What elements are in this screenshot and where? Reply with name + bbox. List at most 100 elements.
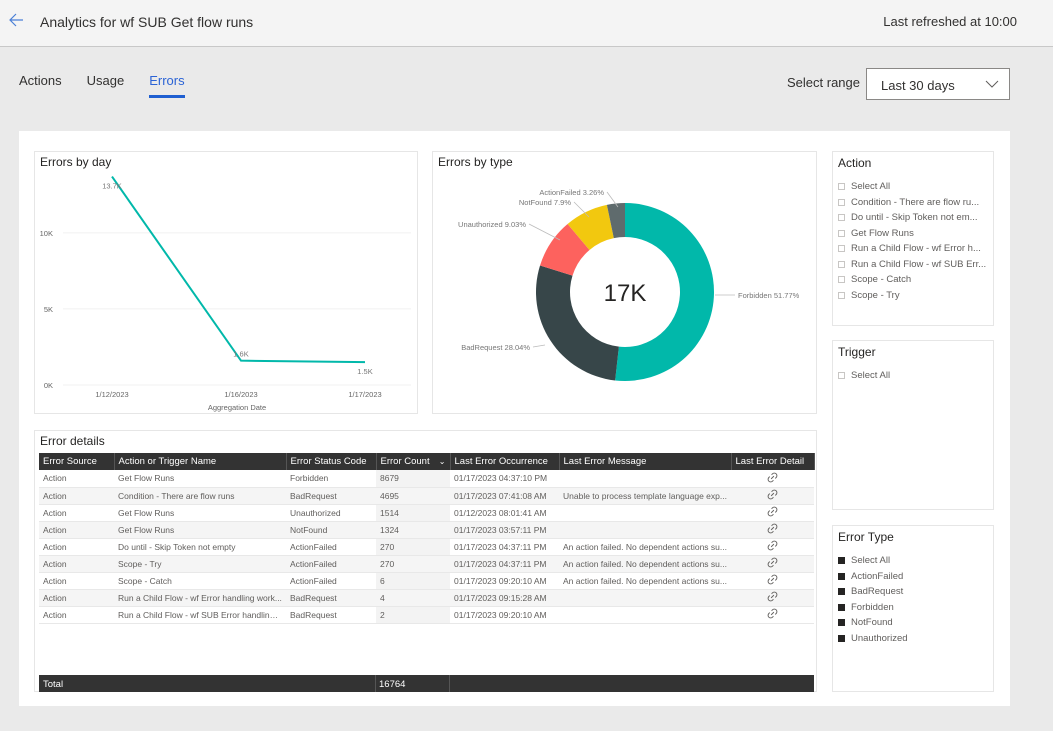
- column-header-last-occurrence[interactable]: Last Error Occurrence: [450, 453, 560, 470]
- column-header-last-message[interactable]: Last Error Message: [559, 453, 732, 470]
- range-selected-value: Last 30 days: [881, 78, 955, 93]
- cell-error-count: 270: [376, 555, 450, 573]
- slicer-item[interactable]: Select All: [838, 553, 908, 569]
- checkbox[interactable]: [838, 276, 845, 284]
- total-separator: [449, 675, 450, 692]
- column-header-error-count[interactable]: Error Count ⌄: [376, 453, 451, 470]
- error-details-card: Error details Error Source Action or Tri…: [34, 430, 817, 692]
- slice-label: BadRequest 28.04%: [461, 343, 530, 352]
- slicer-item[interactable]: NotFound: [838, 615, 908, 631]
- checkbox[interactable]: [838, 214, 845, 222]
- slicer-item[interactable]: Select All: [838, 368, 890, 384]
- slicer-item[interactable]: Scope - Catch: [838, 272, 986, 288]
- slicer-item-label: Select All: [851, 181, 891, 193]
- table-row[interactable]: Action Do until - Skip Token not empty Act…: [39, 538, 814, 556]
- checkbox[interactable]: [838, 291, 845, 299]
- cell-last-message: [559, 504, 731, 522]
- slicer-item[interactable]: Do until - Skip Token not em...: [838, 210, 986, 226]
- cell-last-detail[interactable]: [731, 606, 814, 624]
- table-row[interactable]: Action Condition - There are flow runs Bad…: [39, 487, 814, 505]
- checkbox[interactable]: [838, 619, 845, 627]
- cell-status-code: NotFound: [286, 521, 376, 539]
- table-row[interactable]: Action Scope - Catch ActionFailed 6 01/17/20…: [39, 572, 814, 590]
- column-header-action-name[interactable]: Action or Trigger Name: [114, 453, 287, 470]
- tab-usage[interactable]: Usage: [87, 72, 125, 98]
- back-button[interactable]: [6, 10, 28, 30]
- tab-actions[interactable]: Actions: [19, 72, 62, 98]
- trigger-slicer-title: Trigger: [838, 345, 876, 359]
- cell-error-source: Action: [39, 538, 114, 556]
- cell-last-detail[interactable]: [731, 487, 814, 505]
- trigger-slicer: Trigger Select All: [832, 340, 994, 510]
- cell-last-detail[interactable]: [731, 555, 814, 573]
- checkbox[interactable]: [838, 198, 845, 206]
- slicer-item-label: Do until - Skip Token not em...: [851, 212, 978, 224]
- checkbox[interactable]: [838, 372, 845, 380]
- checkbox[interactable]: [838, 572, 845, 580]
- cell-last-detail[interactable]: [731, 572, 814, 590]
- data-label: 13.7K: [102, 182, 122, 191]
- table-row[interactable]: Action Get Flow Runs NotFound 1324 01/17/202…: [39, 521, 814, 539]
- checkbox[interactable]: [838, 229, 845, 237]
- column-header-status-code[interactable]: Error Status Code: [286, 453, 377, 470]
- checkbox[interactable]: [838, 588, 845, 596]
- cell-error-source: Action: [39, 504, 114, 522]
- slicer-item[interactable]: Select All: [838, 179, 986, 195]
- slicer-item-label: Get Flow Runs: [851, 227, 914, 239]
- cell-error-count: 6: [376, 572, 450, 590]
- cell-last-occurrence: 01/17/2023 09:20:10 AM: [450, 606, 559, 624]
- slicer-item[interactable]: Unauthorized: [838, 631, 908, 647]
- page-title: Analytics for wf SUB Get flow runs: [40, 14, 254, 30]
- slicer-item[interactable]: Run a Child Flow - wf SUB Err...: [838, 257, 986, 273]
- table-row[interactable]: Action Run a Child Flow - wf SUB Error ha…: [39, 606, 814, 624]
- cell-error-source: Action: [39, 606, 114, 624]
- cell-last-detail[interactable]: [731, 521, 814, 539]
- checkbox[interactable]: [838, 634, 845, 642]
- sort-desc-icon: ⌄: [438, 457, 446, 466]
- checkbox[interactable]: [838, 245, 845, 253]
- column-header-error-source[interactable]: Error Source: [39, 453, 115, 470]
- cell-status-code: ActionFailed: [286, 538, 376, 556]
- link-icon: [767, 506, 778, 517]
- checkbox[interactable]: [838, 183, 845, 191]
- leader-line: [532, 344, 546, 348]
- cell-last-message: [559, 470, 731, 488]
- slicer-item-label: Select All: [851, 370, 891, 382]
- slicer-item-label: ActionFailed: [851, 570, 904, 582]
- report-canvas: Errors by day 0K 5K 10K 13.7K 1/12/2023 1.6K 1…: [19, 131, 1010, 706]
- cell-action-name: Do until - Skip Token not empty: [114, 538, 286, 556]
- link-icon: [767, 540, 778, 551]
- cell-last-detail[interactable]: [731, 589, 814, 607]
- slicer-item[interactable]: BadRequest: [838, 584, 908, 600]
- cell-action-name: Scope - Catch: [114, 572, 286, 590]
- slicer-item[interactable]: Forbidden: [838, 600, 908, 616]
- total-separator: [375, 675, 376, 692]
- column-header-last-detail[interactable]: Last Error Detail: [731, 453, 815, 470]
- cell-last-detail[interactable]: [731, 538, 814, 556]
- cell-last-detail[interactable]: [731, 504, 814, 522]
- slicer-item-label: Select All: [851, 555, 891, 567]
- slicer-item[interactable]: Get Flow Runs: [838, 226, 986, 242]
- cell-last-occurrence: 01/17/2023 09:15:28 AM: [450, 589, 559, 607]
- range-dropdown[interactable]: Last 30 days: [866, 68, 1010, 100]
- checkbox[interactable]: [838, 603, 845, 611]
- table-row[interactable]: Action Run a Child Flow - wf Error handli…: [39, 589, 814, 607]
- checkbox[interactable]: [838, 260, 845, 268]
- cell-last-occurrence: 01/12/2023 08:01:41 AM: [450, 504, 559, 522]
- slicer-item[interactable]: Condition - There are flow ru...: [838, 195, 986, 211]
- cell-action-name: Scope - Try: [114, 555, 286, 573]
- table-row[interactable]: Action Get Flow Runs Forbidden 8679 01/17/20…: [39, 470, 814, 488]
- slicer-item[interactable]: ActionFailed: [838, 569, 908, 585]
- checkbox[interactable]: [838, 557, 845, 565]
- cell-last-detail[interactable]: [731, 470, 814, 488]
- slicer-item[interactable]: Scope - Try: [838, 288, 986, 304]
- link-icon: [767, 472, 778, 483]
- table-row[interactable]: Action Scope - Try ActionFailed 270 01/17/20…: [39, 555, 814, 573]
- slicer-item[interactable]: Run a Child Flow - wf Error h...: [838, 241, 986, 257]
- cell-last-message: [559, 589, 731, 607]
- table-row[interactable]: Action Get Flow Runs Unauthorized 1514 01/12…: [39, 504, 814, 522]
- trigger-slicer-list: Select All: [838, 368, 890, 384]
- cell-error-source: Action: [39, 487, 114, 505]
- cell-status-code: ActionFailed: [286, 555, 376, 573]
- tab-errors[interactable]: Errors: [149, 72, 186, 98]
